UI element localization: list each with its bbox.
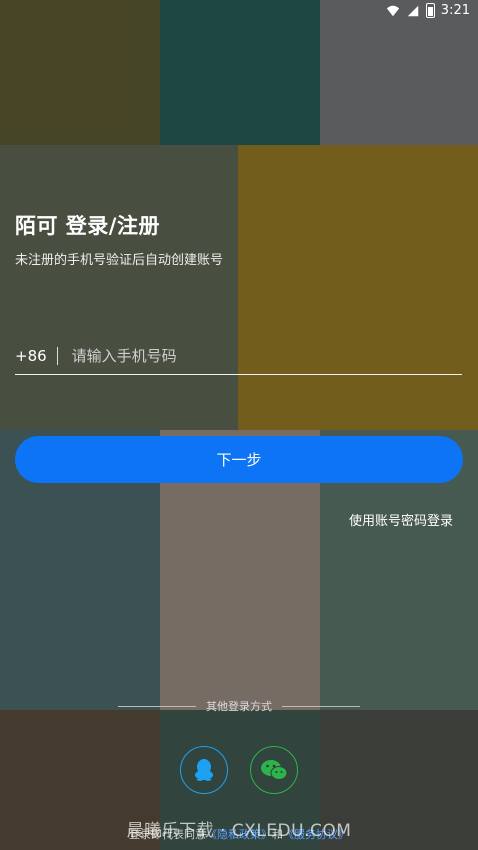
country-code[interactable]: +86 bbox=[15, 347, 47, 365]
page-subtitle: 未注册的手机号验证后自动创建账号 bbox=[15, 253, 224, 268]
status-time: 3:21 bbox=[440, 3, 470, 18]
wifi-icon bbox=[386, 5, 399, 16]
other-login-label: 其他登录方式 bbox=[206, 700, 272, 713]
phone-input-row: +86 bbox=[15, 338, 462, 375]
watermark: 晨曦乐下载 · CXLEDU.COM bbox=[126, 821, 352, 841]
wechat-icon bbox=[261, 760, 288, 780]
status-bar: 3:21 bbox=[0, 0, 478, 24]
other-login-divider: 其他登录方式 bbox=[118, 698, 360, 714]
background-collage bbox=[0, 0, 478, 850]
qq-login-button[interactable] bbox=[180, 746, 228, 794]
phone-input[interactable] bbox=[69, 346, 462, 366]
divider bbox=[56, 347, 58, 365]
battery-icon bbox=[425, 3, 435, 18]
signal-icon bbox=[407, 5, 419, 16]
wechat-login-button[interactable] bbox=[250, 746, 298, 794]
password-login-link[interactable]: 使用账号密码登录 bbox=[349, 510, 453, 529]
page-title: 陌可 登录/注册 bbox=[15, 214, 160, 238]
qq-icon bbox=[195, 759, 213, 781]
next-button[interactable]: 下一步 bbox=[15, 436, 463, 483]
